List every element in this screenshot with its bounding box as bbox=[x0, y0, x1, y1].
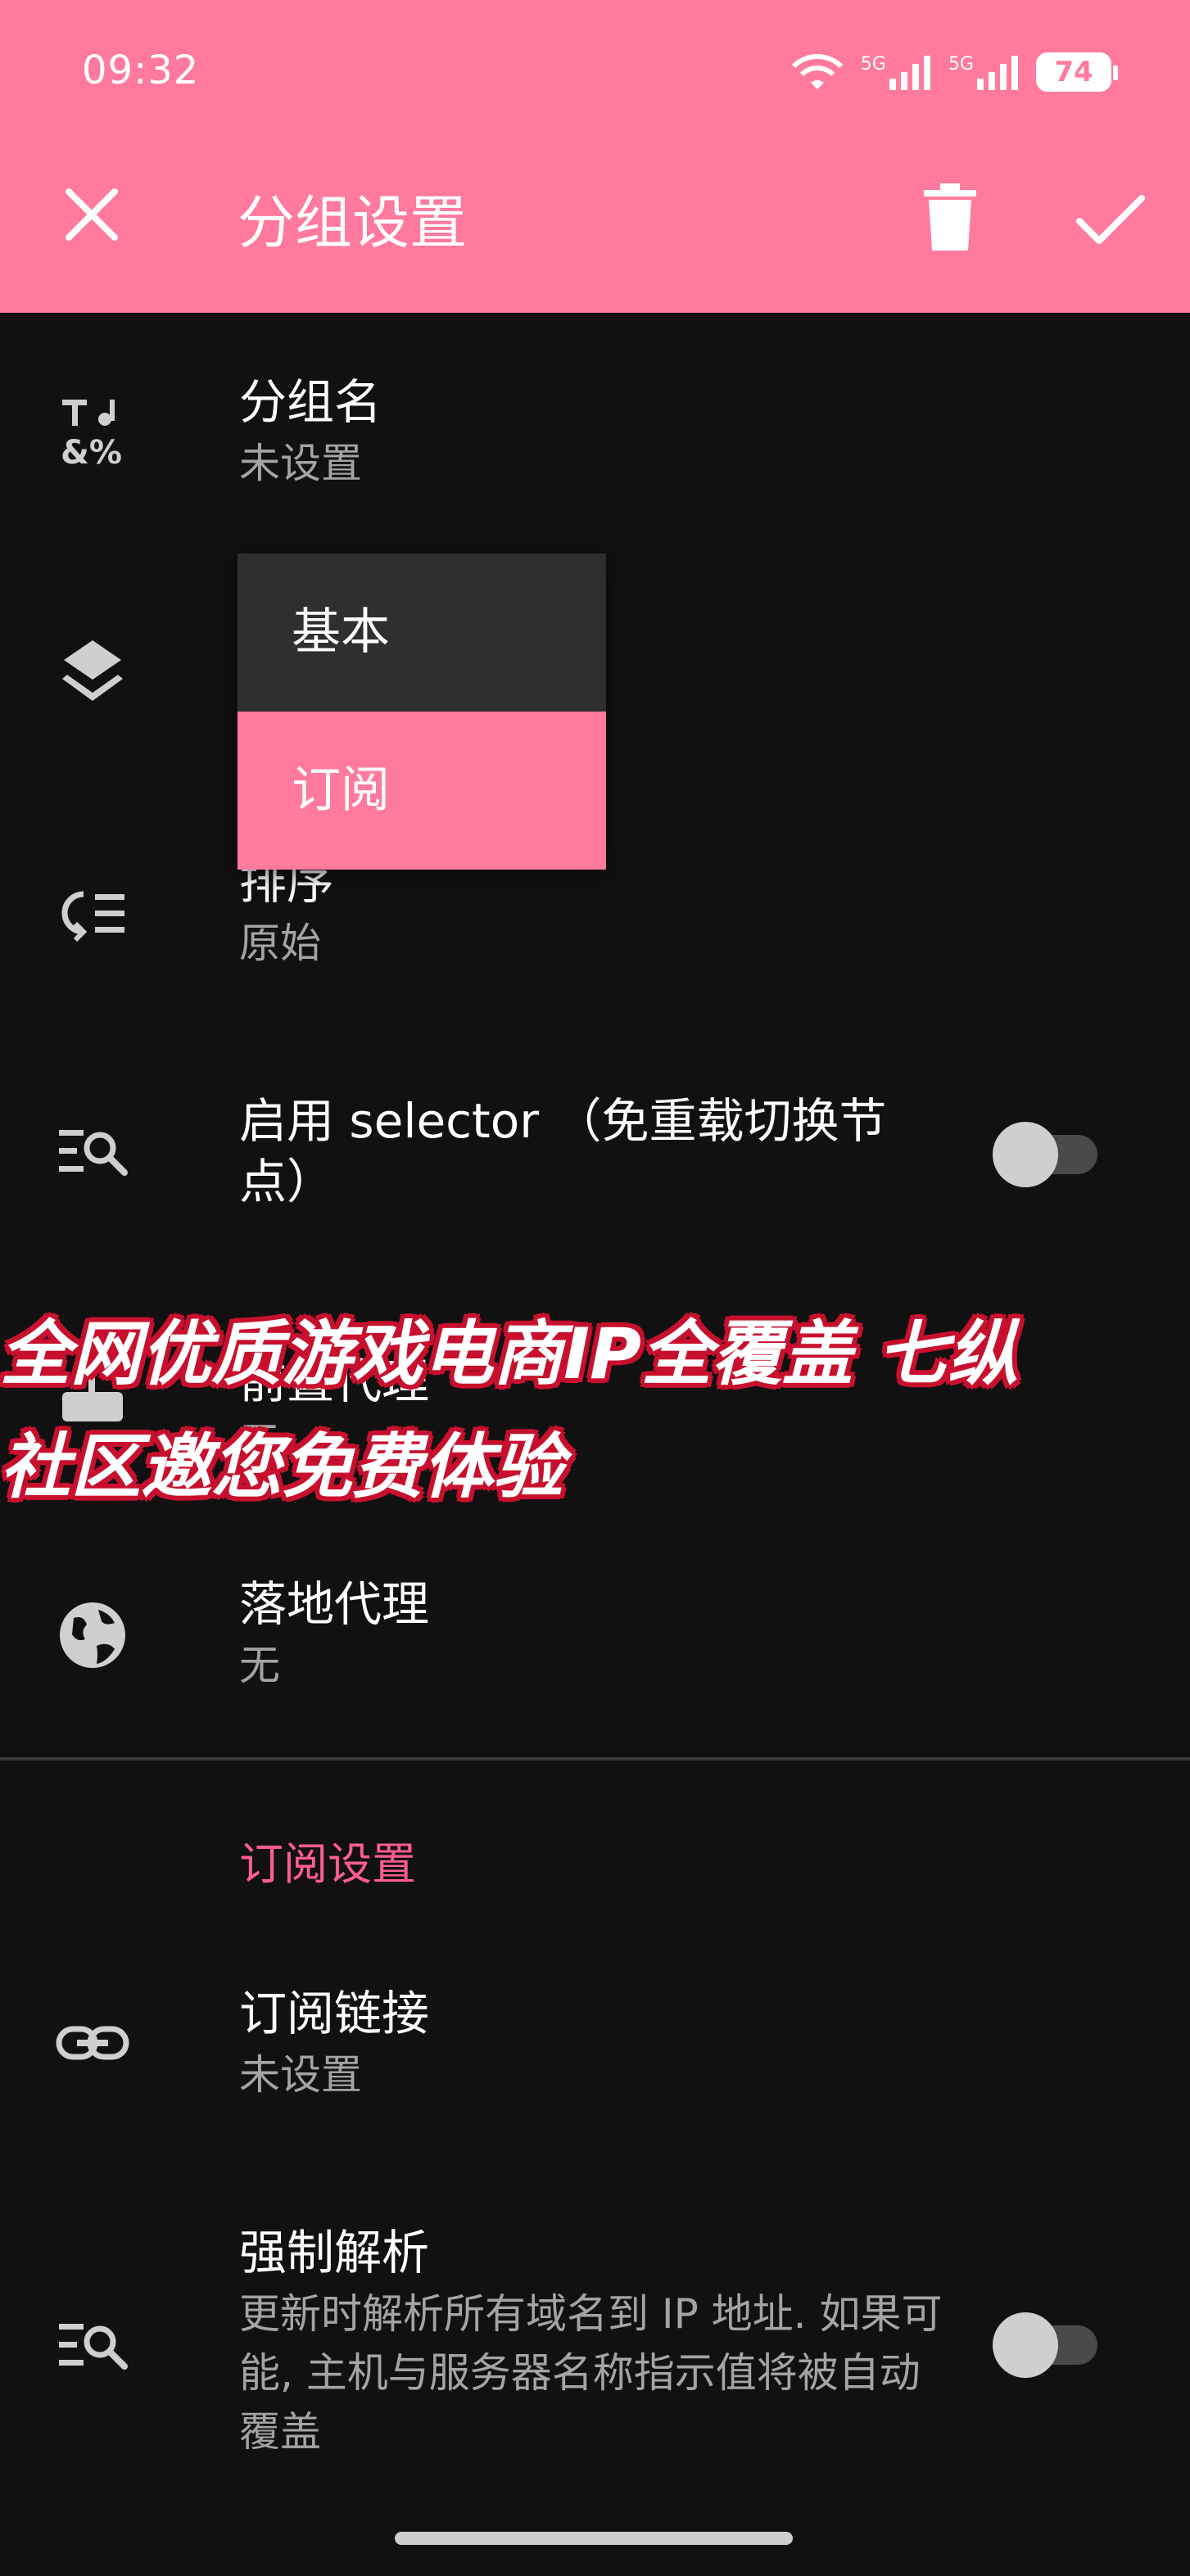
row-landing-proxy[interactable]: 落地代理 无 bbox=[0, 1556, 1190, 1720]
search-list-icon bbox=[59, 1130, 128, 1176]
popup-item-subscription[interactable]: 订阅 bbox=[238, 712, 606, 870]
network-label: 5G bbox=[860, 54, 886, 75]
subscription-section-header: 订阅设置 bbox=[239, 1838, 416, 1890]
top-bar: 09:32 5G 5G 74 分组设置 bbox=[0, 0, 1190, 313]
wifi-icon bbox=[791, 54, 844, 89]
selector-toggle[interactable] bbox=[993, 1117, 1102, 1187]
landing-proxy-title: 落地代理 bbox=[239, 1576, 430, 1632]
popup-item-basic[interactable]: 基本 bbox=[238, 554, 606, 712]
section-divider bbox=[0, 1757, 1190, 1760]
signal-5g-icon: 5G bbox=[861, 54, 934, 90]
close-icon[interactable] bbox=[59, 182, 124, 247]
signal-5g-icon-2: 5G bbox=[948, 54, 1021, 90]
row-sort[interactable]: 排序 原始 bbox=[0, 852, 1190, 1032]
status-time: 09:32 bbox=[82, 47, 200, 93]
force-resolve-description: 更新时解析所有域名到 IP 地址. 如果可能, 主机与服务器名称指示值将被自动覆… bbox=[239, 2290, 943, 2456]
sort-icon bbox=[61, 891, 124, 942]
globe-icon bbox=[60, 1602, 125, 1668]
home-indicator[interactable] bbox=[395, 2532, 793, 2545]
trash-icon[interactable] bbox=[917, 182, 983, 252]
page-title: 分组设置 bbox=[238, 189, 467, 256]
check-icon[interactable] bbox=[1073, 187, 1147, 252]
toggle-thumb bbox=[993, 1122, 1058, 1187]
network-label: 5G bbox=[948, 54, 974, 75]
promo-banner-line2: 社区邀您免费体验 bbox=[0, 1426, 563, 1508]
group-name-title: 分组名 bbox=[239, 374, 382, 430]
tag-icon: &% bbox=[61, 400, 122, 468]
subscription-link-title: 订阅链接 bbox=[239, 1986, 430, 2041]
selector-title: 启用 selector （免重载切换节点） bbox=[239, 1093, 887, 1209]
link-icon bbox=[56, 2026, 129, 2060]
row-force-resolve[interactable]: 强制解析 更新时解析所有域名到 IP 地址. 如果可能, 主机与服务器名称指示值… bbox=[0, 2211, 1190, 2489]
row-selector[interactable]: 启用 selector （免重载切换节点） bbox=[0, 1081, 1190, 1245]
toggle-thumb bbox=[993, 2312, 1058, 2378]
promo-banner: 全网优质游戏电商IP全覆盖 七纵 社区邀您免费体验 bbox=[0, 1294, 1190, 1528]
battery-level: 74 bbox=[1054, 56, 1093, 88]
landing-proxy-value: 无 bbox=[239, 1642, 280, 1689]
search-list-icon bbox=[59, 2324, 128, 2370]
layers-icon bbox=[62, 640, 123, 701]
force-resolve-title: 强制解析 bbox=[239, 2225, 430, 2280]
subscription-link-value: 未设置 bbox=[239, 2051, 362, 2099]
battery-icon: 74 bbox=[1036, 52, 1118, 92]
group-type-popup: 基本 订阅 bbox=[238, 554, 606, 870]
group-name-value: 未设置 bbox=[239, 440, 362, 487]
svg-text:&%: &% bbox=[61, 434, 122, 468]
sort-value: 原始 bbox=[239, 920, 321, 967]
force-resolve-toggle[interactable] bbox=[993, 2307, 1102, 2378]
promo-banner-line1: 全网优质游戏电商IP全覆盖 七纵 bbox=[0, 1313, 1018, 1395]
row-subscription-link[interactable]: 订阅链接 未设置 bbox=[0, 1965, 1190, 2129]
status-icons: 5G 5G 74 bbox=[789, 47, 1118, 97]
row-group-name[interactable]: &% 分组名 未设置 bbox=[0, 313, 1190, 509]
